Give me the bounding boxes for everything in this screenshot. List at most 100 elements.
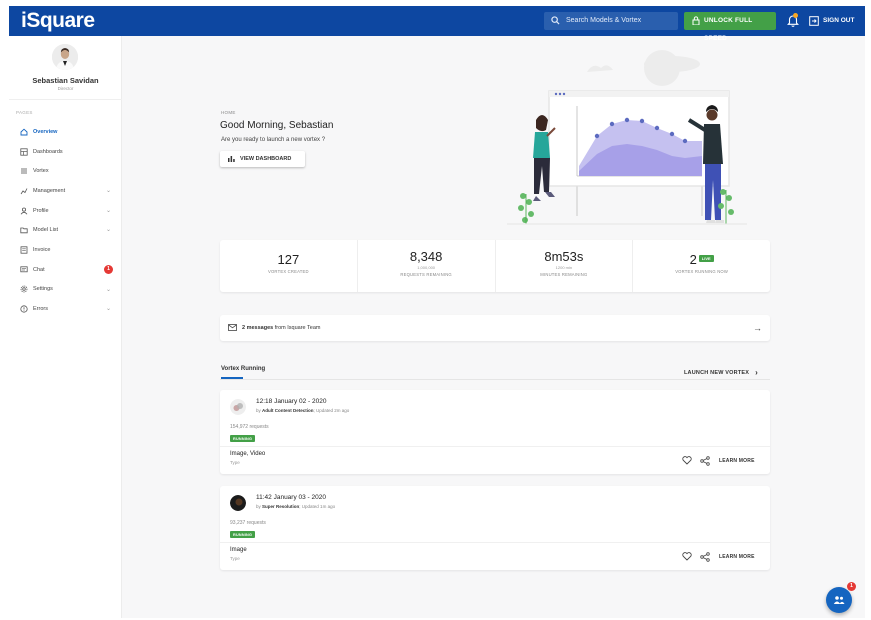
user-avatar[interactable] xyxy=(52,44,78,70)
vortex-type-label: Type xyxy=(230,460,240,465)
sidebar-item-dashboards[interactable]: Dashboards xyxy=(9,142,122,162)
stat-value: 127 xyxy=(277,252,300,267)
stat-label: VORTEX RUNNING NOW xyxy=(675,269,729,274)
chevron-down-icon: ⌄ xyxy=(105,207,111,214)
team-chat-button[interactable] xyxy=(826,587,852,613)
launch-label: LAUNCH NEW VORTEX xyxy=(684,370,750,376)
sidebar-item-errors[interactable]: Errors ⌄ xyxy=(9,299,122,319)
folder-icon xyxy=(20,227,28,234)
sidebar-item-label: Overview xyxy=(33,128,58,135)
vortex-updated: ; Updated 1m ago xyxy=(299,504,336,509)
share-icon[interactable] xyxy=(700,456,710,466)
bar-chart-icon xyxy=(228,156,235,162)
status-badge: RUNNING xyxy=(230,531,256,538)
vortex-card: 12:18 January 02 - 2020 by Adult Content… xyxy=(220,390,770,474)
vortex-by: by xyxy=(256,408,261,413)
sidebar-item-profile[interactable]: Profile ⌄ xyxy=(9,201,122,221)
card-divider xyxy=(220,446,770,447)
messages-suffix: from Isquare Team xyxy=(273,325,321,331)
sidebar-item-label: Vortex xyxy=(33,168,49,175)
sidebar-item-vortex[interactable]: Vortex xyxy=(9,161,122,181)
status-badge: RUNNING xyxy=(230,435,256,442)
sign-out-label: SIGN OUT xyxy=(823,17,855,24)
sidebar-section-label: PAGES xyxy=(16,110,33,115)
vortex-updated: ; Updated 2m ago xyxy=(313,408,350,413)
vortex-model[interactable]: Adult Content Detection xyxy=(262,408,314,413)
messages-count: 2 messages xyxy=(242,325,274,331)
chevron-down-icon: ⌄ xyxy=(105,227,111,234)
profile-icon xyxy=(20,207,28,215)
stat-sub: 1,000,000 xyxy=(417,265,436,270)
learn-more-button[interactable]: LEARN MORE xyxy=(719,554,755,560)
user-name: Sebastian Savidan xyxy=(32,76,99,85)
mail-icon xyxy=(228,324,237,331)
stat-minutes-remaining: 8m53s 1200 min MINUTES REMAINING xyxy=(496,240,634,292)
search-icon xyxy=(551,16,560,25)
vortex-requests: 154,972 requests xyxy=(230,424,269,430)
vortex-time: 12:18 January 02 - 2020 xyxy=(256,398,327,405)
breadcrumb[interactable]: HOME xyxy=(221,110,236,115)
dashboard-icon xyxy=(20,147,28,156)
view-dashboard-label: VIEW DASHBOARD xyxy=(240,156,292,162)
page-title: Good Morning, Sebastian xyxy=(220,120,334,131)
stat-sub: 1200 min xyxy=(555,265,573,270)
sign-out-button[interactable]: SIGN OUT xyxy=(809,12,854,30)
share-icon[interactable] xyxy=(700,552,710,562)
unlock-label: UNLOCK FULL SPEED xyxy=(704,17,753,42)
sidebar-item-invoice[interactable]: Invoice xyxy=(9,240,122,260)
settings-icon xyxy=(20,285,28,293)
unlock-full-speed-button[interactable]: UNLOCK FULL SPEED xyxy=(684,12,776,42)
vortex-requests: 93,237 requests xyxy=(230,520,266,526)
heart-icon[interactable] xyxy=(682,456,692,465)
page-subtitle: Are you ready to launch a new vortex ? xyxy=(221,137,326,143)
vortex-time: 11:42 January 03 - 2020 xyxy=(256,494,326,501)
vortex-type-value: Image, Video xyxy=(230,451,266,457)
sidebar-item-settings[interactable]: Settings ⌄ xyxy=(9,280,122,300)
stat-value: 8m53s xyxy=(544,249,584,264)
vortex-type-value: Image xyxy=(230,547,247,553)
search-input[interactable]: Search Models & Vortex xyxy=(544,12,678,30)
stat-label: MINUTES REMAINING xyxy=(540,272,588,277)
stat-value-row: 2 LIVE xyxy=(633,252,770,267)
sidebar-item-model-list[interactable]: Model List ⌄ xyxy=(9,220,122,240)
chevron-down-icon: ⌄ xyxy=(105,286,111,293)
launch-new-vortex-button[interactable]: LAUNCH NEW VORTEX › xyxy=(684,367,758,377)
stat-label: VORTEX CREATED xyxy=(267,269,309,274)
sidebar-item-label: Errors xyxy=(33,306,48,313)
stat-vortex-running: 2 LIVE VORTEX RUNNING NOW xyxy=(633,240,770,292)
vortex-meta: by Adult Content Detection; Updated 2m a… xyxy=(256,408,349,413)
sidebar-item-label: Profile xyxy=(33,207,49,214)
lock-icon xyxy=(692,16,700,25)
app-logo[interactable]: iSquare xyxy=(21,9,95,33)
search-placeholder: Search Models & Vortex xyxy=(566,17,642,24)
home-icon xyxy=(20,128,28,136)
sidebar-nav: Overview Dashboards Vortex Management ⌄ … xyxy=(9,122,122,319)
sidebar-item-management[interactable]: Management ⌄ xyxy=(9,181,122,201)
sidebar-item-label: Settings xyxy=(33,286,53,293)
live-badge: LIVE xyxy=(698,255,714,263)
sidebar-item-overview[interactable]: Overview xyxy=(9,122,122,142)
learn-more-button[interactable]: LEARN MORE xyxy=(719,458,755,464)
sidebar-item-label: Model List xyxy=(33,227,59,234)
sidebar-divider xyxy=(9,99,122,100)
sign-out-icon xyxy=(809,16,819,26)
tab-vortex-running[interactable]: Vortex Running xyxy=(221,366,265,372)
user-photo-icon xyxy=(52,44,78,70)
vortex-by: by xyxy=(256,504,261,509)
notification-dot xyxy=(793,13,798,18)
sidebar-item-chat[interactable]: Chat 1 xyxy=(9,260,122,280)
invoice-icon xyxy=(20,246,28,254)
messages-bar[interactable]: 2 messages from Isquare Team → xyxy=(220,315,770,341)
heart-icon[interactable] xyxy=(682,552,692,561)
arrow-right-icon[interactable]: → xyxy=(753,315,762,341)
management-icon xyxy=(20,188,28,195)
chat-icon xyxy=(20,266,28,272)
chevron-right-icon: › xyxy=(755,368,758,377)
view-dashboard-button[interactable]: VIEW DASHBOARD xyxy=(220,151,305,167)
chat-unread-badge: 1 xyxy=(104,264,113,274)
error-icon xyxy=(20,305,28,313)
stats-card: 127 VORTEX CREATED 8,348 1,000,000 REQUE… xyxy=(220,240,770,292)
stat-value: 8,348 xyxy=(409,249,443,264)
vortex-model[interactable]: Super Resolution xyxy=(262,504,299,509)
sidebar-item-label: Invoice xyxy=(33,246,51,253)
